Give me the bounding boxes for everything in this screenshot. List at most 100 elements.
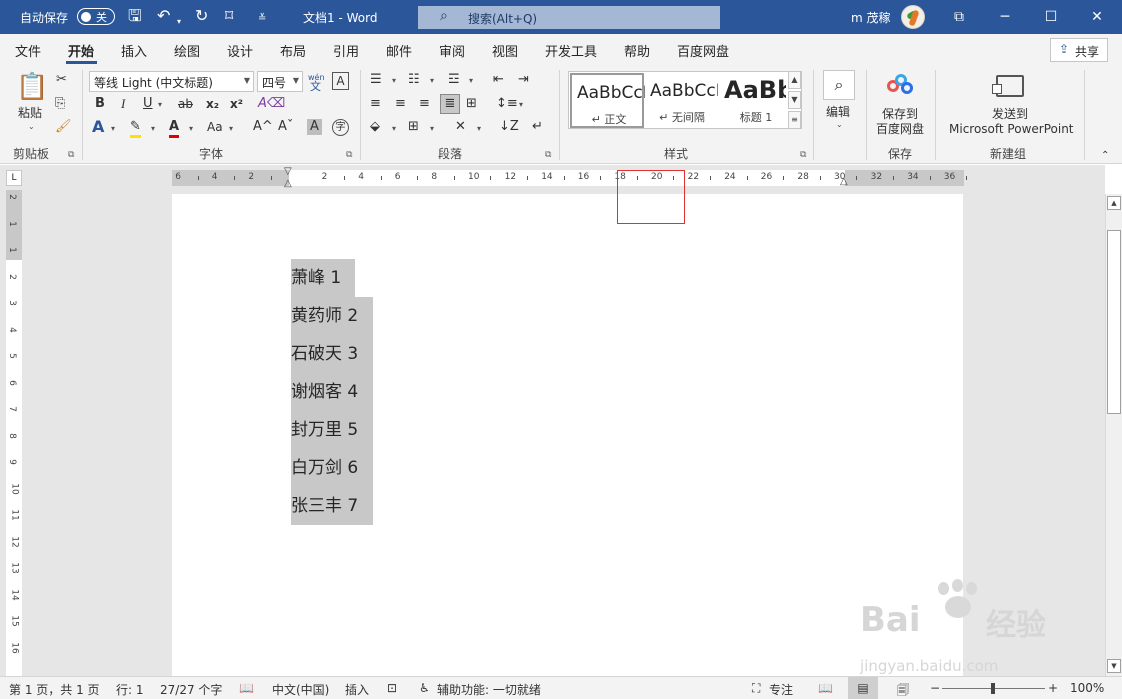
tab-developer[interactable]: 开发工具 <box>545 41 597 60</box>
subscript-button[interactable]: x₂ <box>206 96 219 112</box>
language[interactable]: 中文(中国) <box>272 681 329 698</box>
maximize-icon[interactable]: ☐ <box>1028 0 1074 34</box>
strikethrough-button[interactable]: ab <box>178 96 193 112</box>
focus-icon[interactable]: ⛶ <box>752 681 760 696</box>
baidu-netdisk-icon[interactable] <box>887 74 913 96</box>
redo-icon[interactable]: ↻ <box>195 7 208 25</box>
chevron-down-icon[interactable]: ▾ <box>392 124 396 133</box>
hanging-indent-marker[interactable]: △ <box>284 178 292 189</box>
bullets-icon[interactable]: ☰ <box>370 72 382 88</box>
cut-icon[interactable]: ✂ <box>56 72 67 88</box>
tab-review[interactable]: 审阅 <box>439 41 465 60</box>
tab-view[interactable]: 视图 <box>492 41 518 60</box>
clipboard-dialog-launcher-icon[interactable]: ⧉ <box>68 150 74 160</box>
chevron-down-icon[interactable]: ⌄ <box>836 120 843 129</box>
save-baidu-label-1[interactable]: 保存到 <box>882 106 918 122</box>
chevron-down-icon[interactable]: ▾ <box>519 100 523 109</box>
page-count[interactable]: 第 1 页，共 1 页 <box>9 681 100 698</box>
tab-draw[interactable]: 绘图 <box>174 41 200 60</box>
shading-icon[interactable]: ⬙ <box>370 119 380 135</box>
enclose-characters-icon[interactable]: 字 <box>332 119 349 136</box>
line-spacing-icon[interactable]: ↕≡ <box>496 96 518 112</box>
show-formatting-marks-icon[interactable]: ↵ <box>532 119 543 135</box>
ribbon-display-options-icon[interactable]: ⧉ <box>936 0 982 34</box>
chevron-down-icon[interactable]: ▾ <box>151 124 155 133</box>
decrease-indent-icon[interactable]: ⇤ <box>493 72 504 88</box>
horizontal-ruler[interactable]: 6 4 2 2 4 6 8 10 12 14 16 18 20 22 24 26 28 30 32 34 36 ▽ △ … <box>172 166 968 189</box>
right-indent-marker[interactable]: △ <box>840 176 848 187</box>
autosave-toggle[interactable]: 关 <box>77 8 115 25</box>
chevron-down-icon[interactable]: ▾ <box>469 76 473 85</box>
styles-more-icon[interactable]: ≡ <box>788 111 801 129</box>
styles-scroll-up-icon[interactable]: ▲ <box>788 71 801 89</box>
change-case-button[interactable]: Aa <box>207 119 223 135</box>
font-dialog-launcher-icon[interactable]: ⧉ <box>346 150 352 160</box>
scroll-down-icon[interactable]: ▼ <box>1107 659 1121 673</box>
highlight-icon[interactable]: ✎ <box>130 119 141 138</box>
borders-icon[interactable]: ⊞ <box>408 119 419 135</box>
send-to-powerpoint-icon[interactable] <box>992 75 1024 97</box>
tab-file[interactable]: 文件 <box>15 41 41 60</box>
tab-mailings[interactable]: 邮件 <box>386 41 412 60</box>
user-name[interactable]: m 茂稼 <box>851 9 891 26</box>
underline-button[interactable]: U <box>143 96 153 112</box>
chinese-layout-icon[interactable]: ✕ <box>455 119 466 135</box>
touch-mode-icon[interactable]: ⌑ <box>225 7 233 25</box>
grow-font-icon[interactable]: A^ <box>253 119 273 135</box>
style-normal[interactable]: AaBbCcDd ↵ 正文 <box>570 73 645 128</box>
tab-design[interactable]: 设计 <box>227 41 253 60</box>
document-line[interactable]: 萧峰 1 <box>291 259 355 297</box>
shrink-font-icon[interactable]: Aˇ <box>278 119 293 135</box>
search-box[interactable]: ⌕ 搜索(Alt+Q) <box>418 6 720 29</box>
paste-dropdown-icon[interactable]: ⌄ <box>28 122 35 131</box>
text-effects-icon[interactable]: A <box>92 119 104 135</box>
send-to-label-1[interactable]: 发送到 <box>992 106 1028 122</box>
first-line-indent-marker[interactable]: ▽ <box>284 166 292 177</box>
format-painter-icon[interactable]: 🖌 <box>55 119 72 135</box>
paste-icon[interactable]: 📋 <box>16 72 48 102</box>
print-layout-icon[interactable]: ▤ <box>848 677 878 699</box>
chevron-down-icon[interactable]: ▾ <box>189 124 193 133</box>
scrollbar-thumb[interactable] <box>1107 230 1121 414</box>
align-left-icon[interactable]: ≡ <box>370 96 381 112</box>
chevron-down-icon[interactable]: ▾ <box>392 76 396 85</box>
save-icon[interactable]: 🖫 <box>128 7 142 25</box>
avatar[interactable] <box>901 5 925 29</box>
character-shading-icon[interactable]: A <box>307 119 322 135</box>
document-line[interactable]: 谢烟客 4 <box>291 373 373 411</box>
zoom-out-icon[interactable]: − <box>930 681 940 695</box>
chevron-down-icon[interactable]: ▾ <box>158 100 162 109</box>
tab-insert[interactable]: 插入 <box>121 41 147 60</box>
insert-mode[interactable]: 插入 <box>345 681 369 698</box>
character-border-icon[interactable]: A <box>332 72 349 90</box>
phonetic-guide-icon[interactable]: 文 <box>310 79 321 95</box>
accessibility-icon[interactable]: ♿ <box>419 681 430 695</box>
undo-icon[interactable]: ↶ <box>157 7 170 25</box>
share-button[interactable]: ⇪ 共享 <box>1050 38 1108 62</box>
proofing-icon[interactable]: 📖 <box>239 681 254 695</box>
align-center-icon[interactable]: ≡ <box>395 96 406 112</box>
zoom-in-icon[interactable]: + <box>1048 681 1058 695</box>
font-size-combo[interactable]: 四号 ▼ <box>257 71 303 92</box>
find-icon[interactable]: ⌕ <box>823 70 855 100</box>
font-color-icon[interactable]: A <box>169 119 180 138</box>
style-heading-1[interactable]: AaBbI 标题 1 <box>719 73 793 128</box>
document-line[interactable]: 黄药师 2 <box>291 297 373 335</box>
editing-label[interactable]: 编辑 <box>826 104 850 120</box>
justify-icon[interactable]: ≣ <box>440 94 460 114</box>
word-count[interactable]: 27/27 个字 <box>160 681 222 698</box>
undo-dropdown-icon[interactable]: ▾ <box>177 13 181 31</box>
distributed-icon[interactable]: ⊞ <box>466 96 477 112</box>
accessibility-status[interactable]: 辅助功能: 一切就绪 <box>437 681 541 698</box>
minimize-icon[interactable]: ─ <box>982 0 1028 34</box>
document-line[interactable]: 白万剑 6 <box>291 449 373 487</box>
chevron-down-icon[interactable]: ▾ <box>111 124 115 133</box>
tab-layout[interactable]: 布局 <box>280 41 306 60</box>
scroll-up-icon[interactable]: ▲ <box>1107 196 1121 210</box>
chevron-down-icon[interactable]: ▾ <box>430 124 434 133</box>
superscript-button[interactable]: x² <box>230 96 243 112</box>
font-name-combo[interactable]: 等线 Light (中文标题) ▼ <box>89 71 254 92</box>
close-icon[interactable]: ✕ <box>1074 0 1120 34</box>
clear-formatting-icon[interactable]: A⌫ <box>258 96 285 112</box>
document-line[interactable]: 张三丰 7 <box>291 487 373 525</box>
